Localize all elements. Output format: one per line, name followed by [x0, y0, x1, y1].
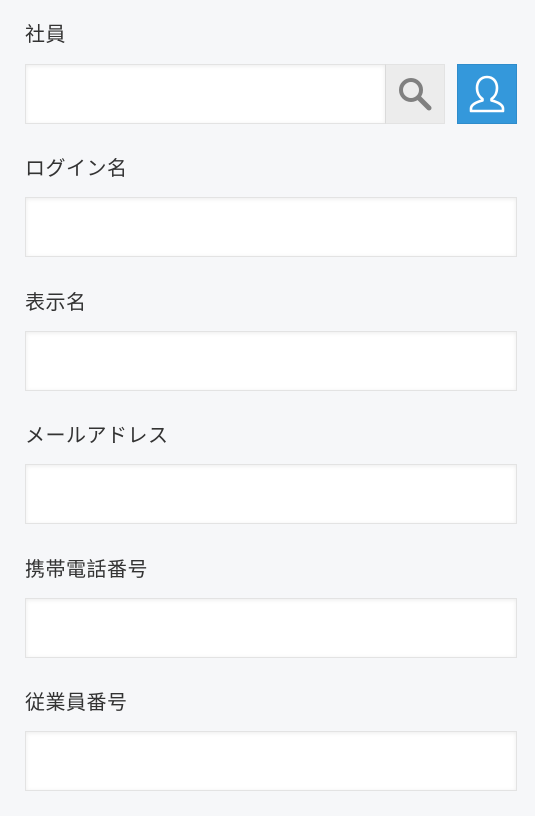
login-name-input[interactable] — [25, 197, 517, 257]
user-form: 社員 ログイン名 表示名 メールアドレス 携帯電話番号 従業員番号 — [0, 0, 535, 816]
email-label: メールアドレス — [25, 423, 169, 447]
employee-label: 社員 — [25, 22, 66, 46]
display-name-input[interactable] — [25, 331, 517, 391]
mobile-phone-label: 携帯電話番号 — [25, 557, 148, 581]
employee-number-input[interactable] — [25, 731, 517, 791]
search-icon — [397, 76, 433, 112]
user-icon — [465, 72, 509, 116]
employee-search-button[interactable] — [385, 64, 445, 124]
email-input[interactable] — [25, 464, 517, 524]
login-name-label: ログイン名 — [25, 156, 128, 180]
employee-input[interactable] — [25, 64, 386, 124]
employee-number-label: 従業員番号 — [25, 690, 128, 714]
display-name-label: 表示名 — [25, 290, 87, 314]
mobile-phone-input[interactable] — [25, 598, 517, 658]
user-select-button[interactable] — [457, 64, 517, 124]
